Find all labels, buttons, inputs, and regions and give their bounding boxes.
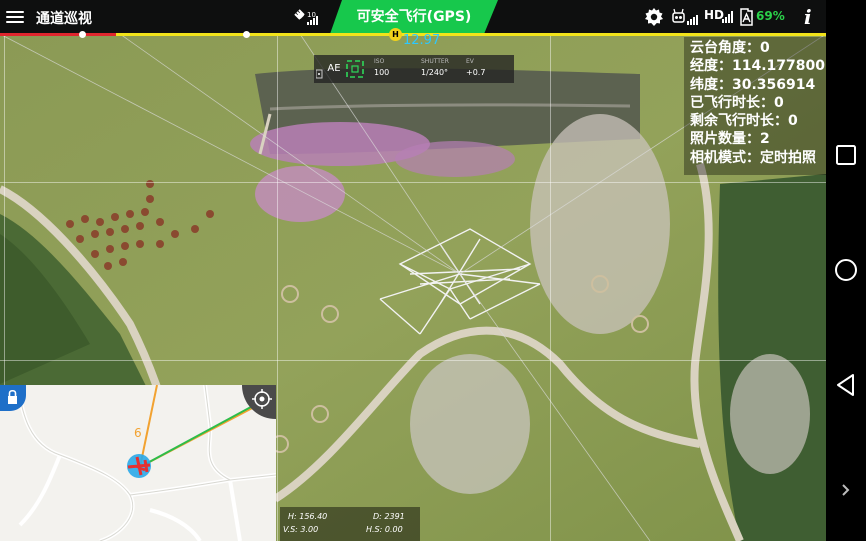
- photo-count: 照片数量：2: [690, 131, 770, 148]
- grid-line-horizontal-1: [0, 182, 826, 183]
- home-point-marker: H: [389, 28, 402, 41]
- home-icon[interactable]: [832, 256, 860, 284]
- battery-level: 69%: [756, 9, 785, 23]
- map-route-label: 6: [134, 426, 142, 440]
- grid-line-vertical-3: [550, 34, 551, 541]
- grid-line-vertical-2: [277, 34, 278, 541]
- mission-progress-done: [0, 33, 116, 36]
- menu-icon[interactable]: [6, 8, 24, 24]
- back-icon[interactable]: [832, 371, 860, 399]
- horizontal-speed: H.S: 0.00: [366, 525, 403, 534]
- map-canvas: 6: [0, 385, 276, 541]
- system-navigation-bar: [826, 0, 866, 541]
- flight-time: 已飞行时长：0: [690, 94, 784, 111]
- camera-exposure-bar: AE ISO 100 SHUTTER 1/240° EV +0.7: [314, 55, 514, 83]
- camera-mode: 相机模式：定时拍照: [690, 149, 816, 166]
- aircraft-icon: [127, 454, 151, 478]
- hd-signal-bars-icon: [722, 11, 733, 23]
- altitude: H: 156.40: [288, 512, 328, 521]
- iso-value: 100: [374, 68, 390, 77]
- grid-line-horizontal-2: [0, 360, 826, 361]
- flight-data-panel: H: 156.40 D: 2391 V.S: 3.00 H.S: 0.00: [280, 507, 420, 541]
- shutter-value: 1/240°: [421, 68, 449, 77]
- gps-satellite-icon[interactable]: 10: [294, 8, 324, 26]
- minimap[interactable]: 6: [0, 385, 276, 541]
- gear-icon[interactable]: [644, 7, 664, 27]
- vertical-speed: V.S: 3.00: [283, 525, 319, 534]
- iso-label: ISO: [374, 58, 385, 65]
- map-lock-icon[interactable]: [0, 385, 26, 411]
- battery-icon[interactable]: [738, 7, 758, 27]
- longitude: 经度：114.177800: [690, 58, 825, 75]
- app-root: 通道巡视 10 可安全飞行(GPS) HD 69% i H 12.97 AE I…: [0, 0, 866, 541]
- remote-controller-signal-icon[interactable]: [672, 8, 702, 26]
- latitude: 纬度：30.356914: [690, 76, 816, 93]
- ev-value: +0.7: [466, 68, 486, 77]
- recent-apps-icon[interactable]: [832, 141, 860, 169]
- shutter-label: SHUTTER: [421, 58, 449, 65]
- top-status-bar: 通道巡视 10 可安全飞行(GPS) HD 69% i: [0, 0, 826, 34]
- ev-label: EV: [466, 58, 474, 65]
- remaining-flight-time: 剩余飞行时长：0: [690, 113, 798, 130]
- camera-mode-icon[interactable]: [315, 64, 323, 79]
- flight-status-banner[interactable]: 可安全飞行(GPS): [330, 0, 498, 34]
- distance: D: 2391: [373, 512, 405, 521]
- info-icon[interactable]: i: [804, 5, 812, 29]
- home-distance: 12.97: [403, 33, 441, 48]
- mission-title: 通道巡视: [36, 11, 92, 27]
- auto-exposure-button[interactable]: AE: [324, 55, 344, 83]
- waypoint-marker: [79, 31, 86, 38]
- iso-setting[interactable]: ISO 100: [374, 58, 389, 77]
- chevron-right-icon[interactable]: [832, 476, 860, 504]
- waypoint-marker: [243, 31, 250, 38]
- locate-target-icon[interactable]: [242, 385, 276, 419]
- gps-signal-value: 10: [307, 11, 316, 19]
- shutter-setting[interactable]: SHUTTER 1/240°: [421, 58, 449, 77]
- metering-icon[interactable]: [346, 60, 364, 78]
- gimbal-angle: 云台角度：0: [690, 40, 770, 56]
- telemetry-panel: 云台角度：0 经度：114.177800 纬度：30.356914 已飞行时长：…: [684, 37, 826, 175]
- ev-setting[interactable]: EV +0.7: [466, 58, 485, 77]
